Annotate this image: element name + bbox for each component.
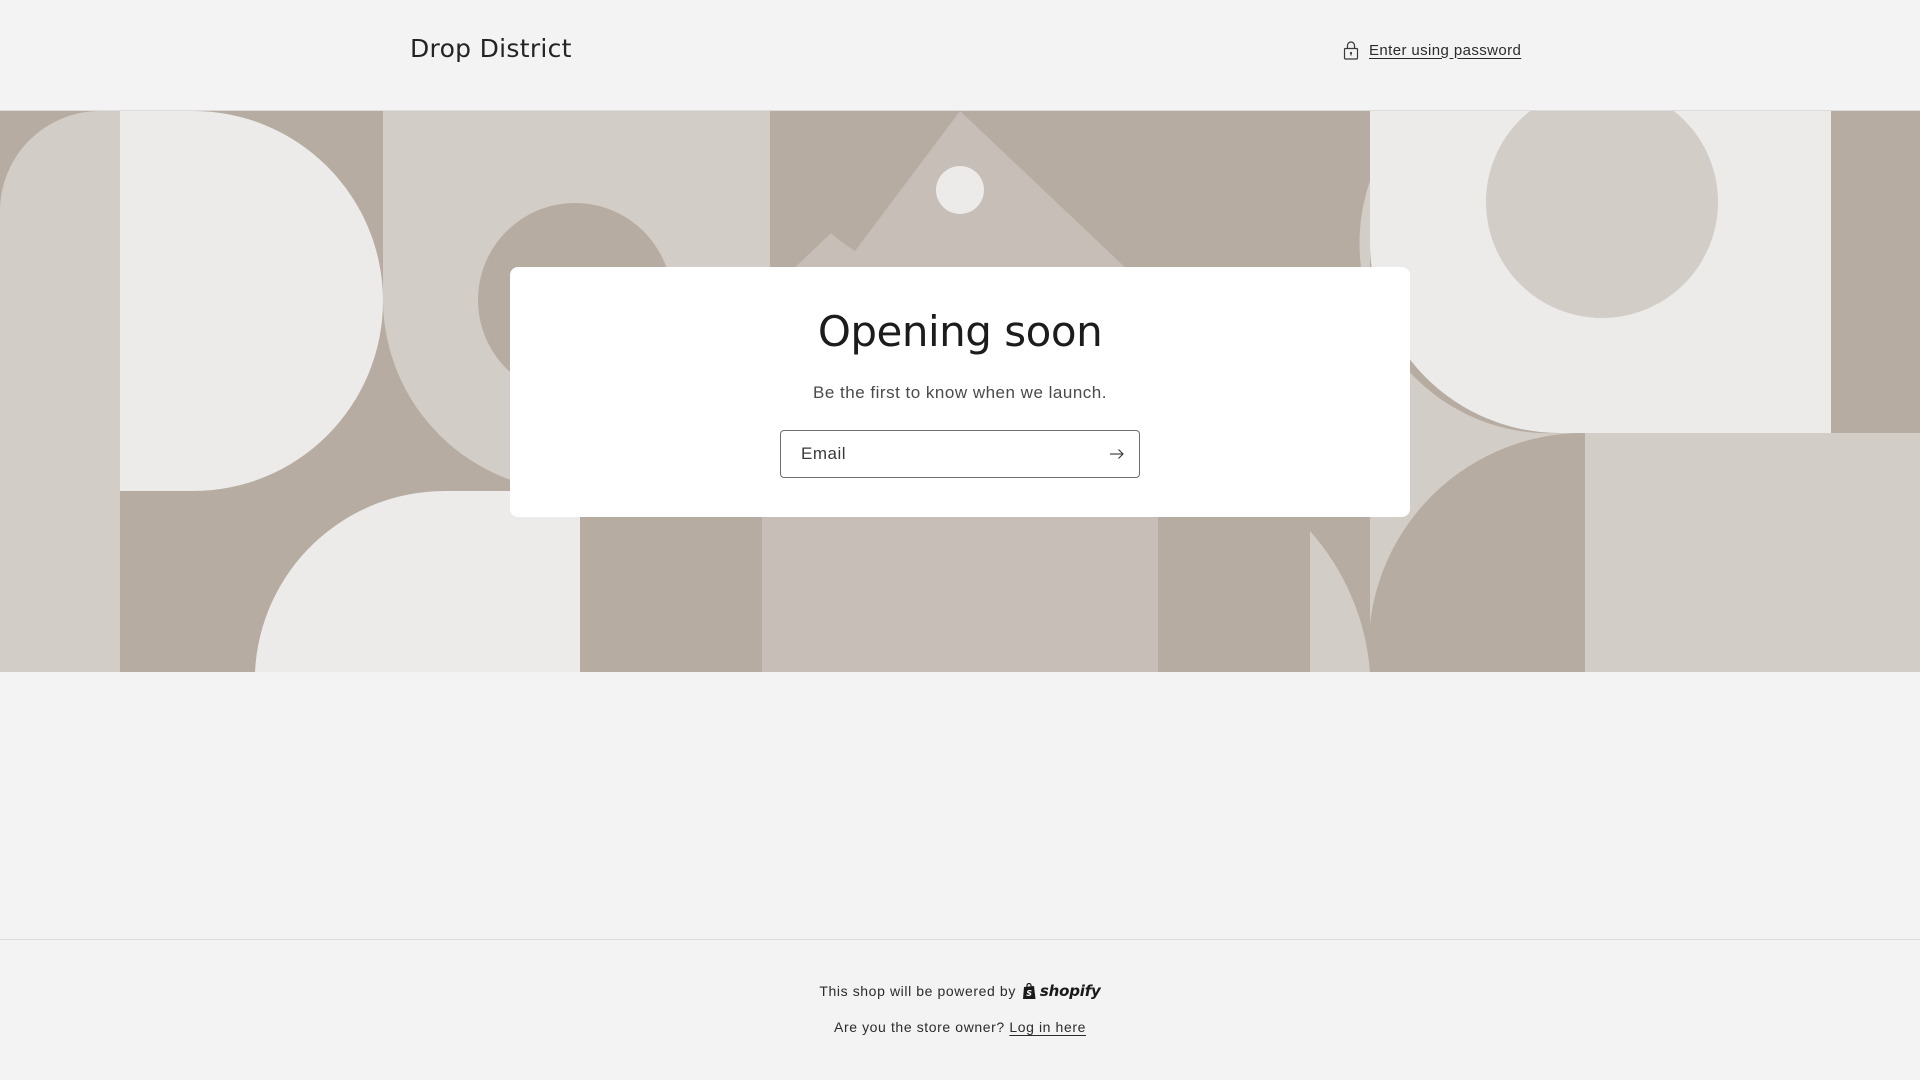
site-footer: This shop will be powered by S shopify A… [0,939,1920,1080]
shopify-logo[interactable]: S shopify [1022,982,1101,1000]
arrow-right-icon [1110,449,1124,459]
shopify-bag-icon: S [1022,982,1036,999]
store-name[interactable]: Drop District [410,34,572,63]
page-title: Opening soon [817,307,1103,356]
powered-by-text: This shop will be powered by [819,983,1016,999]
newsletter-card: Opening soon Be the first to know when w… [510,267,1410,517]
store-owner-line: Are you the store owner? Log in here [0,1019,1920,1035]
site-header: Drop District Enter using password [0,0,1920,111]
subscribe-button[interactable] [1095,431,1139,477]
email-form [780,430,1140,478]
store-owner-text: Are you the store owner? [834,1019,1005,1035]
svg-text:S: S [1026,989,1032,998]
enter-password-label: Enter using password [1369,41,1522,59]
lock-icon [1343,41,1359,60]
page-subtitle: Be the first to know when we launch. [813,383,1107,402]
powered-by: This shop will be powered by S shopify [0,982,1920,1000]
shopify-wordmark: shopify [1039,982,1101,1000]
email-input[interactable] [781,431,1091,477]
enter-password-link[interactable]: Enter using password [1343,40,1521,60]
log-in-link[interactable]: Log in here [1009,1019,1086,1035]
